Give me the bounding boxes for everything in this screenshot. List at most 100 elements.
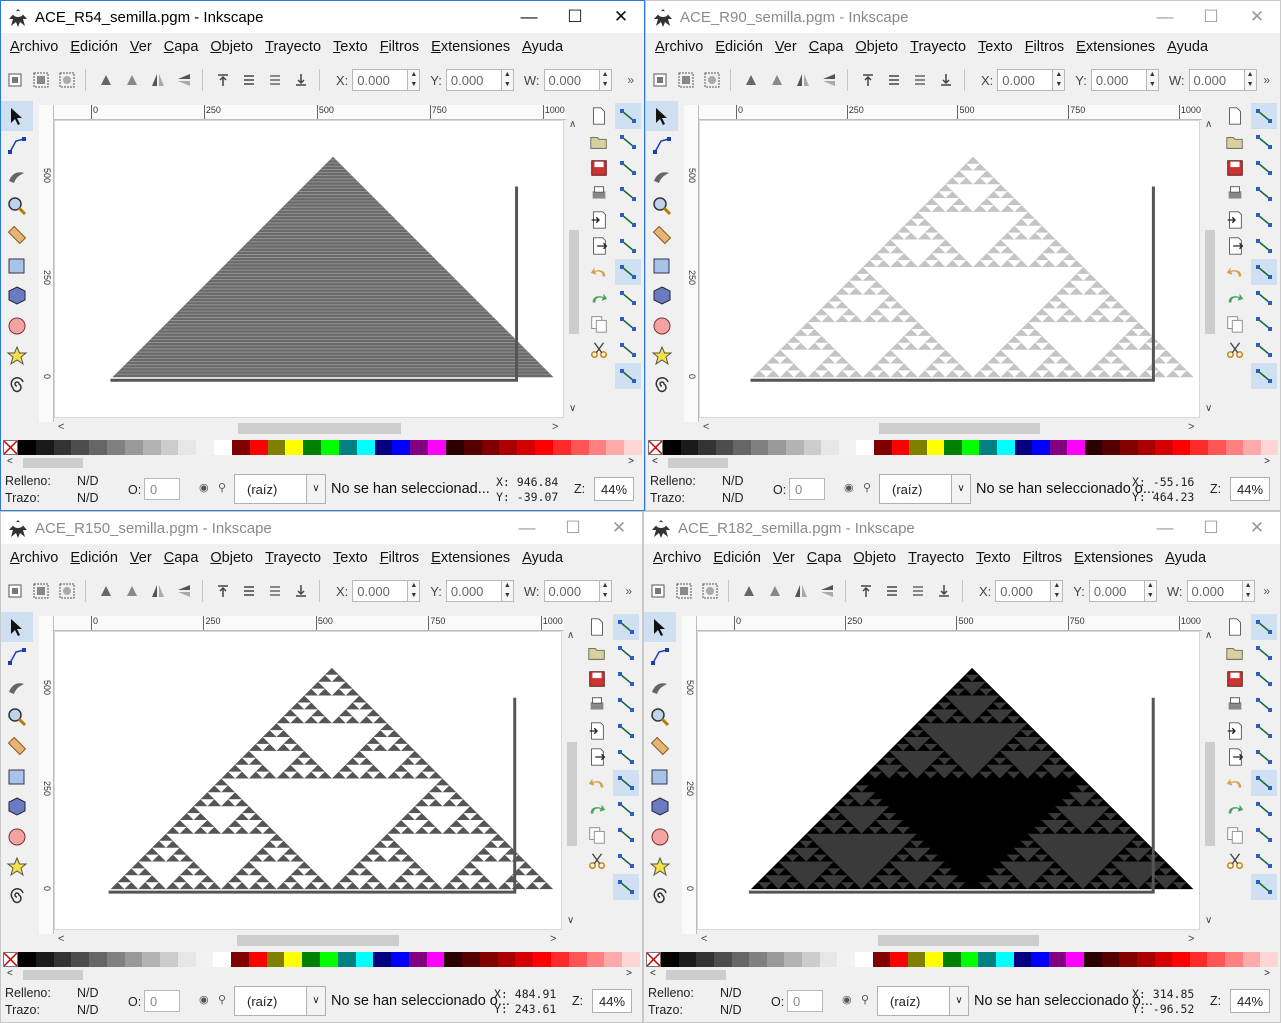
color-swatch[interactable]: [786, 440, 804, 455]
save-icon[interactable]: [584, 666, 610, 692]
star-tool-icon[interactable]: [1, 852, 33, 882]
color-swatch[interactable]: [1013, 952, 1032, 967]
color-swatch[interactable]: [803, 440, 822, 455]
color-swatch[interactable]: [231, 440, 250, 455]
chevron-down-icon[interactable]: ∨: [951, 475, 970, 503]
tweak-tool-icon[interactable]: [1, 672, 33, 702]
measure-tool-icon[interactable]: [1, 221, 33, 251]
fill-value[interactable]: N/D: [722, 474, 744, 488]
raise-icon[interactable]: [882, 68, 906, 92]
snap-bbox-midpoint-icon[interactable]: [1251, 718, 1277, 744]
deselect-icon[interactable]: [698, 579, 722, 603]
color-swatch[interactable]: [909, 440, 927, 455]
rotate-cw-icon[interactable]: [765, 68, 789, 92]
selector-tool-icon[interactable]: [644, 612, 676, 642]
snap-midpoint-icon[interactable]: [615, 363, 641, 389]
minimize-icon[interactable]: —: [1142, 1, 1188, 33]
color-swatch[interactable]: [663, 440, 681, 455]
lock-icon[interactable]: ⚲: [861, 993, 869, 1006]
flip-vertical-icon[interactable]: [815, 579, 839, 603]
save-icon[interactable]: [1222, 155, 1248, 181]
rect-tool-icon[interactable]: [1, 251, 33, 281]
opacity-input[interactable]: 0: [789, 478, 825, 500]
color-swatch[interactable]: [890, 952, 908, 967]
snap-path-icon[interactable]: [613, 796, 639, 822]
palette-scrollbar[interactable]: < >: [3, 456, 642, 470]
color-swatch[interactable]: [996, 440, 1015, 455]
menu-2[interactable]: Ver: [773, 550, 795, 566]
color-swatch[interactable]: [302, 952, 321, 967]
scroll-left-icon[interactable]: <: [58, 421, 64, 433]
eye-icon[interactable]: ◉: [844, 481, 854, 494]
lower-icon[interactable]: [908, 68, 932, 92]
color-swatch[interactable]: [106, 952, 125, 967]
menu-0[interactable]: Archivo: [653, 550, 701, 566]
chevron-down-icon[interactable]: ∨: [949, 987, 968, 1015]
palette-scrollbar[interactable]: < >: [3, 968, 640, 982]
raise-to-top-icon[interactable]: [854, 579, 878, 603]
color-swatch[interactable]: [766, 952, 785, 967]
raise-icon[interactable]: [880, 579, 904, 603]
maximize-icon[interactable]: ☐: [550, 512, 596, 544]
star-tool-icon[interactable]: [646, 341, 678, 371]
selector-tool-icon[interactable]: [646, 101, 678, 131]
snap-bbox-corner-icon[interactable]: [615, 181, 641, 207]
snap-bbox-center-icon[interactable]: [1251, 744, 1277, 770]
color-swatch[interactable]: [1032, 440, 1050, 455]
lock-icon[interactable]: ⚲: [218, 481, 226, 494]
color-swatch[interactable]: [355, 952, 374, 967]
color-swatch[interactable]: [499, 440, 518, 455]
color-swatch[interactable]: [550, 952, 569, 967]
color-swatch[interactable]: [698, 440, 716, 455]
color-swatch[interactable]: [1172, 952, 1190, 967]
flip-vertical-icon[interactable]: [817, 68, 841, 92]
color-swatch[interactable]: [1207, 952, 1225, 967]
color-swatch[interactable]: [266, 952, 285, 967]
snap-bbox-icon[interactable]: [1251, 129, 1277, 155]
no-paint-swatch[interactable]: [646, 952, 661, 967]
rect-tool-icon[interactable]: [646, 251, 678, 281]
color-swatch[interactable]: [750, 440, 769, 455]
color-swatch[interactable]: [979, 440, 997, 455]
chevron-down-icon[interactable]: ∨: [306, 987, 325, 1015]
color-swatch[interactable]: [678, 952, 697, 967]
undo-icon[interactable]: [586, 259, 612, 285]
stroke-value[interactable]: N/D: [720, 1003, 742, 1017]
color-swatch[interactable]: [854, 952, 873, 967]
menu-3[interactable]: Capa: [164, 550, 199, 566]
color-swatch[interactable]: [320, 952, 338, 967]
inkscape-window-4[interactable]: ACE_R182_semilla.pgm - Inkscape — ☐ ✕ Ar…: [643, 511, 1281, 1023]
scroll-left-icon[interactable]: <: [701, 933, 707, 945]
color-swatch[interactable]: [1242, 952, 1261, 967]
color-swatch[interactable]: [408, 952, 427, 967]
eye-icon[interactable]: ◉: [199, 481, 209, 494]
snap-bbox-edge-icon[interactable]: [613, 666, 639, 692]
zoom-input[interactable]: 44%: [594, 477, 634, 501]
select-all-layers-icon[interactable]: [29, 579, 53, 603]
snap-bbox-center-icon[interactable]: [613, 744, 639, 770]
color-swatch[interactable]: [784, 952, 802, 967]
color-swatch[interactable]: [1031, 952, 1049, 967]
y-spinner[interactable]: ▲ ▼: [1144, 580, 1157, 602]
print-icon[interactable]: [1222, 181, 1248, 207]
menu-9[interactable]: Ayuda: [1165, 550, 1206, 566]
menu-9[interactable]: Ayuda: [522, 550, 563, 566]
open-icon[interactable]: [1222, 129, 1248, 155]
scroll-left-icon[interactable]: <: [58, 933, 64, 945]
select-all-icon[interactable]: [3, 579, 27, 603]
chevron-down-icon[interactable]: ∨: [306, 475, 325, 503]
cellular-automaton-image[interactable]: [55, 632, 562, 930]
print-icon[interactable]: [1222, 692, 1248, 718]
open-icon[interactable]: [1222, 640, 1248, 666]
color-swatch[interactable]: [71, 952, 90, 967]
undo-icon[interactable]: [1222, 770, 1248, 796]
maximize-icon[interactable]: ☐: [1188, 1, 1234, 33]
print-icon[interactable]: [586, 181, 612, 207]
color-swatch[interactable]: [249, 440, 268, 455]
snap-nodes-icon[interactable]: [1251, 259, 1277, 285]
color-swatch[interactable]: [321, 440, 339, 455]
color-swatch[interactable]: [837, 952, 855, 967]
minimize-icon[interactable]: —: [506, 1, 552, 33]
y-spinner[interactable]: ▲ ▼: [1146, 69, 1159, 91]
color-swatch[interactable]: [768, 440, 787, 455]
